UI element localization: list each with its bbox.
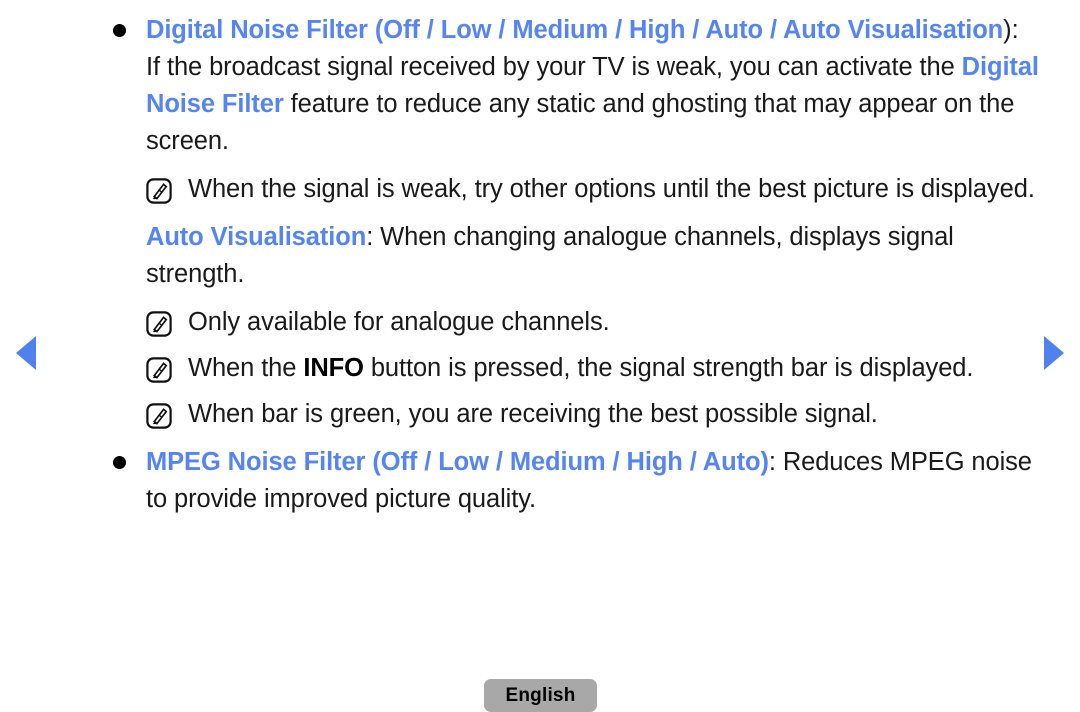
next-page-arrow-icon[interactable]: [1044, 336, 1064, 370]
bullet-point-icon: [113, 456, 126, 469]
mpeg-noise-filter-options: MPEG Noise Filter (Off / Low / Medium / …: [146, 448, 769, 476]
note-info-suffix: button is pressed, the signal strength b…: [363, 354, 974, 382]
note-info-prefix: When the: [188, 354, 304, 382]
mpeg-noise-filter-paragraph: MPEG Noise Filter (Off / Low / Medium / …: [146, 444, 1043, 518]
auto-visualisation-paragraph: Auto Visualisation: When changing analog…: [146, 219, 1043, 293]
digital-noise-filter-description: If the broadcast signal received by your…: [146, 49, 1043, 160]
content-body: Digital Noise Filter (Off / Low / Medium…: [108, 12, 1043, 518]
note-info-button-text: When the INFO button is pressed, the sig…: [188, 354, 973, 382]
note-green-bar-text: When bar is green, you are receiving the…: [188, 400, 878, 428]
note-pencil-icon: [146, 311, 172, 337]
note-analogue-only-text: Only available for analogue channels.: [188, 308, 610, 336]
dnf-description-part1: If the broadcast signal received by your…: [146, 53, 955, 81]
note-weak-signal: When the signal is weak, try other optio…: [146, 171, 1043, 208]
section-digital-noise-filter: Digital Noise Filter (Off / Low / Medium…: [108, 12, 1043, 160]
digital-noise-filter-options: Digital Noise Filter (Off / Low / Medium…: [146, 16, 1004, 44]
auto-visualisation-block: Auto Visualisation: When changing analog…: [108, 219, 1043, 293]
language-button[interactable]: English: [484, 679, 597, 712]
note-weak-signal-text: When the signal is weak, try other optio…: [188, 175, 1035, 203]
note-analogue-only: Only available for analogue channels.: [146, 304, 1043, 341]
digital-noise-filter-heading-tail: ):: [1003, 16, 1019, 44]
bullet-point-icon: [113, 24, 126, 37]
note-info-button: When the INFO button is pressed, the sig…: [146, 350, 1043, 387]
section-mpeg-noise-filter: MPEG Noise Filter (Off / Low / Medium / …: [108, 444, 1043, 518]
previous-page-arrow-icon[interactable]: [16, 336, 36, 370]
note-pencil-icon: [146, 357, 172, 383]
info-key-label: INFO: [303, 354, 364, 382]
digital-noise-filter-heading: Digital Noise Filter (Off / Low / Medium…: [146, 12, 1043, 49]
language-button-label: English: [505, 684, 576, 706]
note-green-bar: When bar is green, you are receiving the…: [146, 396, 1043, 433]
note-pencil-icon: [146, 178, 172, 204]
manual-page: Digital Noise Filter (Off / Low / Medium…: [0, 0, 1080, 712]
auto-visualisation-term: Auto Visualisation: [146, 223, 367, 251]
note-pencil-icon: [146, 403, 172, 429]
